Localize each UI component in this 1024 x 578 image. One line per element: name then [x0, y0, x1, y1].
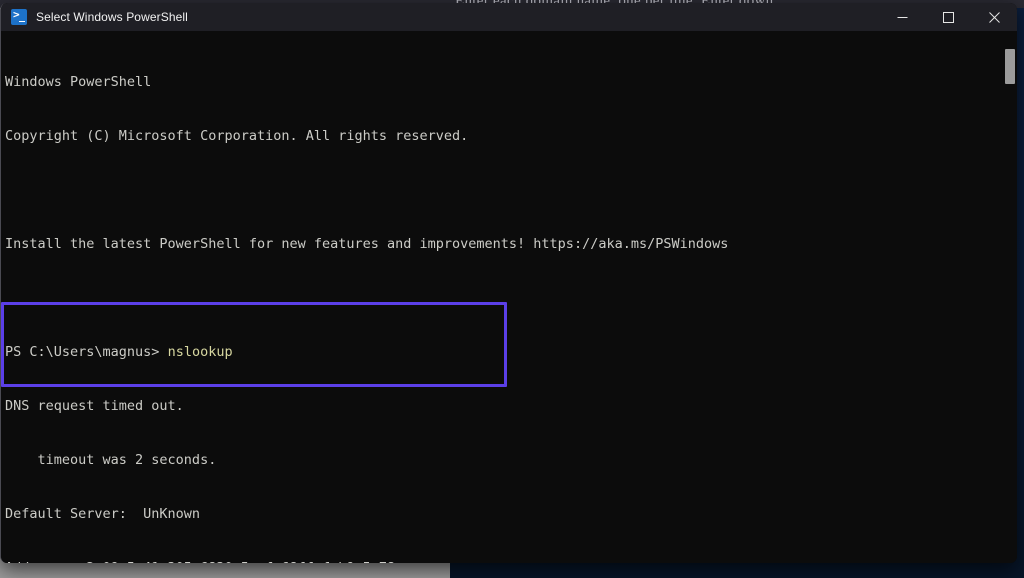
- terminal-line: Default Server: UnKnown: [5, 506, 201, 522]
- terminal-prompt-line: PS C:\Users\magnus> nslookup: [5, 343, 1017, 361]
- window-titlebar[interactable]: Select Windows PowerShell: [1, 3, 1017, 31]
- minimize-button[interactable]: [879, 3, 925, 31]
- powershell-window[interactable]: Select Windows PowerShell: [0, 3, 1017, 563]
- terminal-scrollbar[interactable]: [1002, 31, 1017, 563]
- terminal-line: Windows PowerShell: [5, 74, 152, 90]
- typed-command: nslookup: [167, 344, 233, 360]
- scrollbar-thumb[interactable]: [1005, 49, 1015, 84]
- terminal-line: Address: 2a09:5e41:305:6830:5aef:68ff:fe…: [5, 559, 1017, 563]
- powershell-icon: [11, 8, 27, 25]
- window-controls: [879, 3, 1017, 31]
- terminal-line: timeout was 2 seconds.: [5, 452, 217, 468]
- terminal-output-area[interactable]: Windows PowerShell Copyright (C) Microso…: [1, 31, 1017, 563]
- window-title: Select Windows PowerShell: [36, 10, 188, 24]
- screen: Enter each domain name, one per line. En…: [0, 0, 1024, 578]
- terminal-line: Copyright (C) Microsoft Corporation. All…: [5, 128, 469, 144]
- terminal-line: DNS request timed out.: [5, 398, 184, 414]
- terminal-line: Install the latest PowerShell for new fe…: [5, 236, 729, 252]
- prompt-path: PS C:\Users\magnus>: [5, 344, 160, 360]
- close-button[interactable]: [971, 3, 1017, 31]
- maximize-button[interactable]: [925, 3, 971, 31]
- terminal-lines: Windows PowerShell Copyright (C) Microso…: [5, 37, 1017, 563]
